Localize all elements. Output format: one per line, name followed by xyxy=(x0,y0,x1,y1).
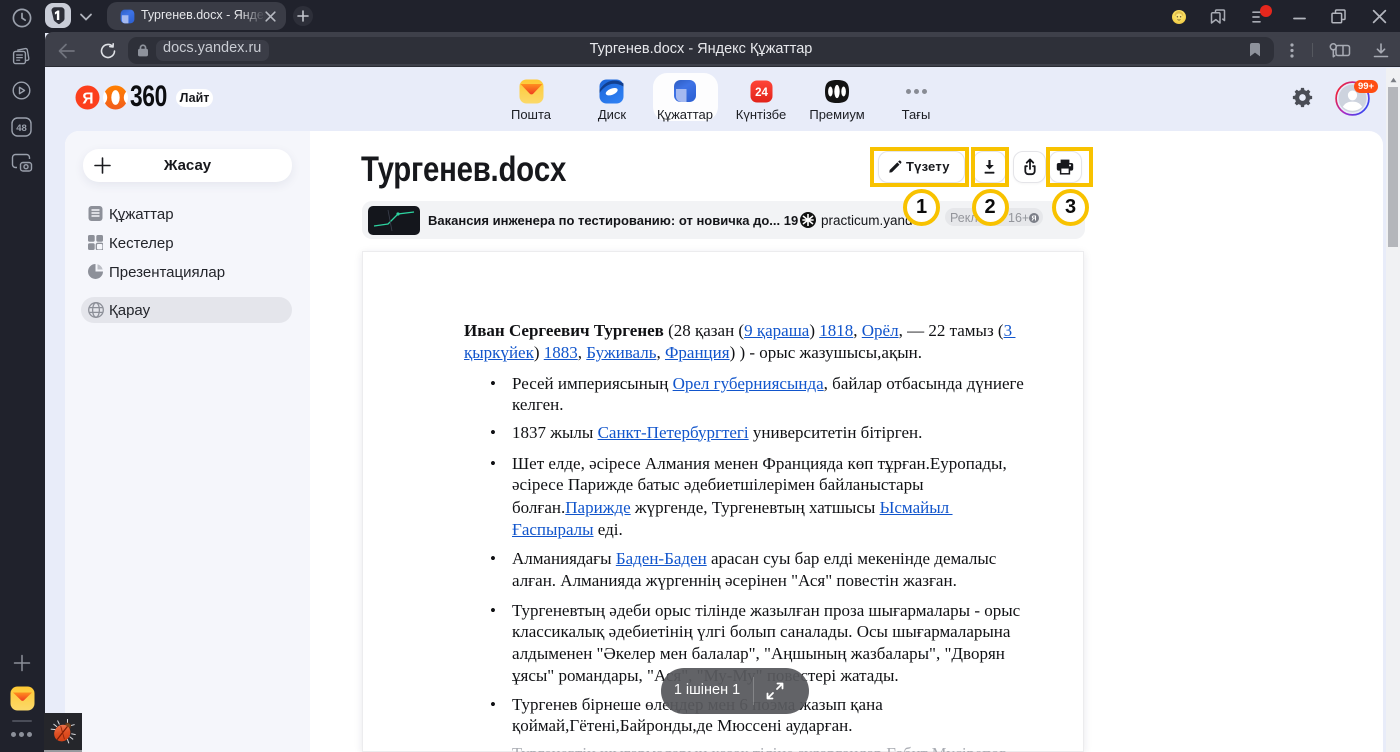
svg-text:48: 48 xyxy=(16,123,27,134)
svg-text:24: 24 xyxy=(755,87,768,99)
svg-text:Я: Я xyxy=(82,91,93,108)
svg-text:Я: Я xyxy=(1032,216,1037,223)
